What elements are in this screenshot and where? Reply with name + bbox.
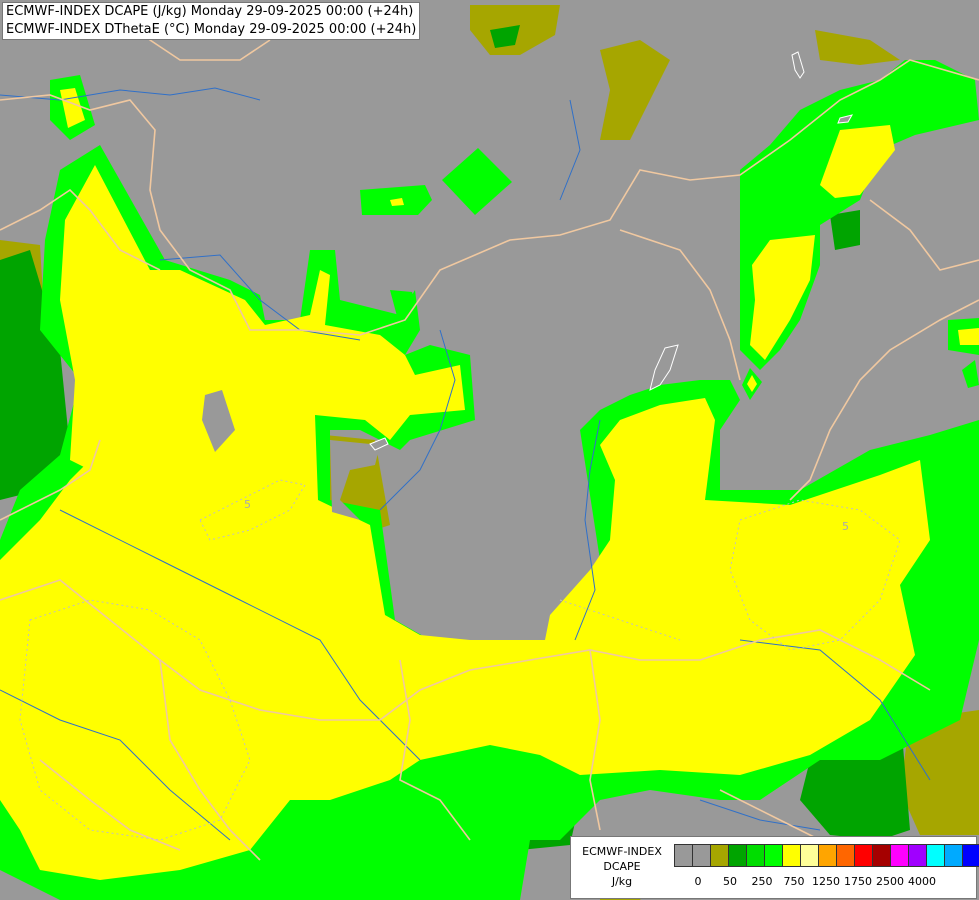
legend-swatch: [872, 844, 891, 867]
legend-swatch: [782, 844, 801, 867]
legend-swatch: [800, 844, 819, 867]
legend-title: ECMWF-INDEX DCAPE J/kg: [576, 844, 668, 889]
legend-tick-label: 4000: [908, 875, 936, 888]
legend-swatch: [944, 844, 963, 867]
legend-swatch: [728, 844, 747, 867]
legend-swatch: [836, 844, 855, 867]
legend-swatch: [764, 844, 783, 867]
legend-title-param: DCAPE: [603, 860, 641, 873]
legend-tick-label: 1750: [844, 875, 872, 888]
map-canvas: 5 5: [0, 0, 979, 900]
legend-swatch: [962, 844, 979, 867]
legend-swatch: [674, 844, 693, 867]
legend-tick-label: 1250: [812, 875, 840, 888]
legend-swatch: [854, 844, 873, 867]
legend: ECMWF-INDEX DCAPE J/kg 0 50 250 750 1250 1750…: [570, 836, 979, 899]
legend-tick-label: 750: [783, 875, 805, 888]
legend-swatch: [818, 844, 837, 867]
legend-tick-label: 2500: [876, 875, 904, 888]
legend-swatch: [890, 844, 909, 867]
legend-swatches: [674, 844, 979, 867]
title-line-dthetae: ECMWF-INDEX DThetaE (°C) Monday 29-09-20…: [6, 22, 417, 37]
legend-tick-label: 50: [723, 875, 737, 888]
legend-swatch: [908, 844, 927, 867]
legend-title-model: ECMWF-INDEX: [582, 845, 662, 858]
map-title-box: ECMWF-INDEX DCAPE (J/kg) Monday 29-09-20…: [2, 2, 421, 40]
legend-title-unit: J/kg: [611, 875, 633, 888]
legend-tick-labels: 0 50 250 750 1250 1750 2500 4000: [674, 875, 974, 889]
title-line-dcape: ECMWF-INDEX DCAPE (J/kg) Monday 29-09-20…: [6, 4, 414, 19]
contour-label-left: 5: [244, 498, 251, 511]
legend-swatch: [692, 844, 711, 867]
legend-swatch: [926, 844, 945, 867]
legend-swatch: [710, 844, 729, 867]
legend-tick-label: 0: [694, 875, 702, 888]
legend-tick-label: 250: [751, 875, 773, 888]
contour-label-right: 5: [842, 520, 849, 533]
legend-swatch: [746, 844, 765, 867]
